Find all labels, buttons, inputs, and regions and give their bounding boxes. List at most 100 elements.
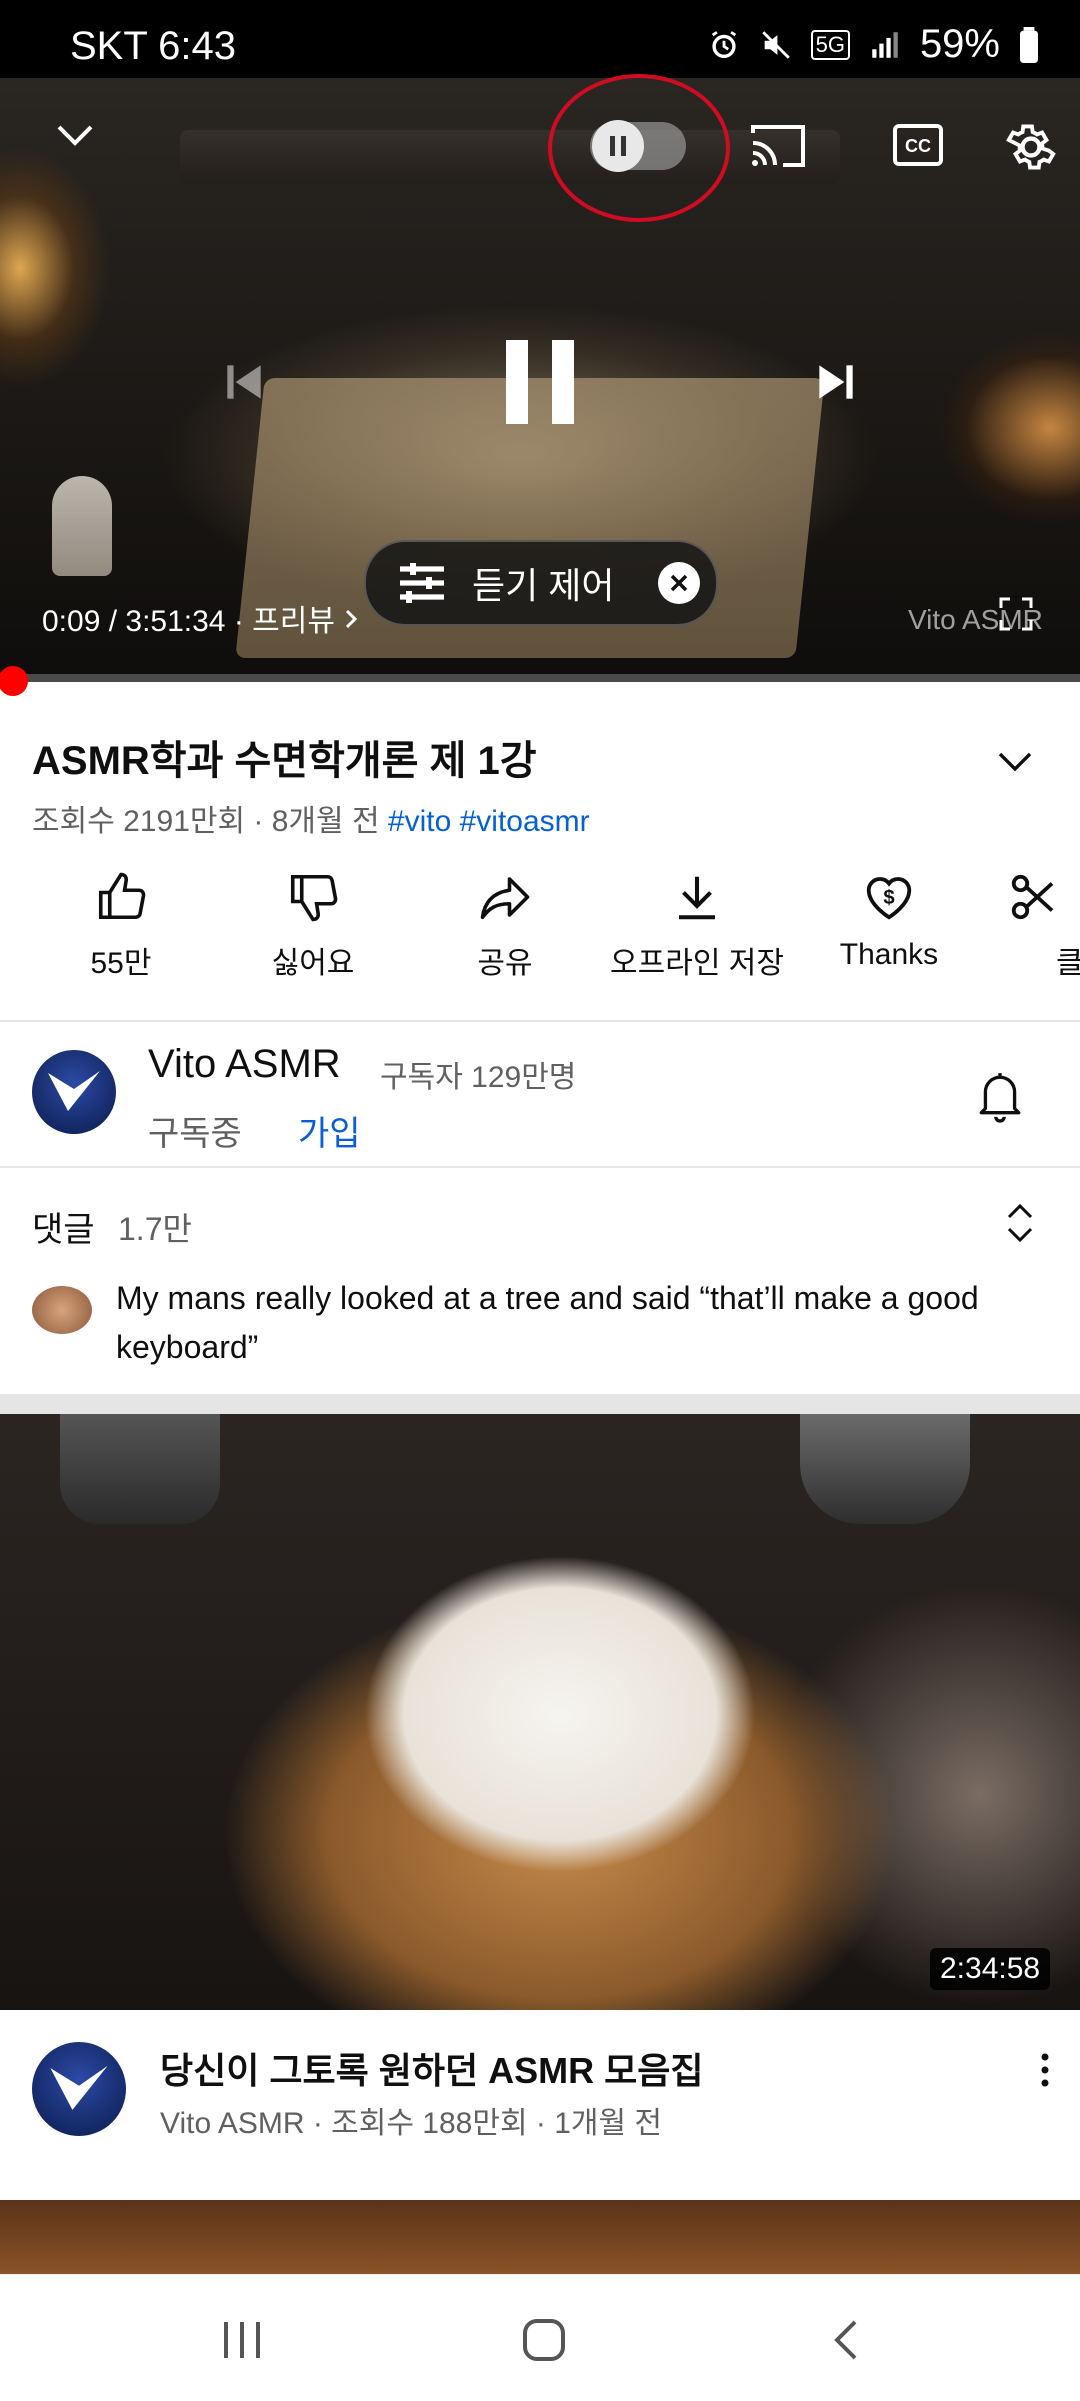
play-pause-button[interactable] (498, 332, 582, 432)
divider (0, 1166, 1080, 1168)
home-icon (523, 2319, 565, 2361)
captions-button[interactable]: CC (892, 122, 944, 168)
subscribed-button[interactable]: 구독중 (148, 1106, 242, 1155)
views-and-date: 조회수 2191만회 · 8개월 전 (32, 805, 380, 838)
skip-previous-icon (227, 365, 261, 399)
video-title[interactable]: ASMR학과 수면학개론 제 1강 (32, 728, 952, 786)
scene-statue (52, 476, 112, 576)
next-button[interactable] (806, 352, 866, 412)
home-button[interactable] (504, 2305, 584, 2375)
alarm-icon (711, 30, 736, 58)
join-button[interactable]: 가입 (298, 1106, 361, 1155)
download-label: 오프라인 저장 (610, 947, 784, 980)
action-bar: 55만 싫어요 공유 오프라인 저장 $ Thanks 클 (0, 870, 1080, 990)
annotation-circle (548, 74, 730, 222)
thumbs-up-icon (98, 872, 146, 920)
scene-microphone (800, 1414, 970, 1524)
thanks-button[interactable]: $ Thanks (794, 870, 984, 972)
signal-icon (872, 31, 898, 58)
bell-icon (979, 1073, 1021, 1123)
close-chip-button[interactable] (658, 562, 700, 604)
svg-text:CC: CC (905, 136, 931, 156)
svg-text:$: $ (883, 887, 894, 909)
clip-label: 클 (1056, 947, 1080, 980)
time-and-preview: 0:09 / 3:51:34 · 프리뷰 (42, 605, 335, 638)
comments-label[interactable]: 댓글 (32, 1202, 95, 1251)
previous-button[interactable] (214, 352, 274, 412)
system-navigation-bar (0, 2274, 1080, 2401)
download-button[interactable]: 오프라인 저장 (602, 870, 792, 982)
cast-icon (751, 125, 805, 167)
dislike-button[interactable]: 싫어요 (218, 870, 408, 982)
time-display[interactable]: 0:09 / 3:51:34 · 프리뷰 (42, 596, 359, 640)
recents-icon (224, 2322, 260, 2358)
network-type: 5G (810, 29, 850, 60)
share-icon (480, 877, 530, 920)
recommended-title[interactable]: 당신이 그토록 원하던 ASMR 모음집 (160, 2042, 980, 2094)
video-meta: 조회수 2191만회 · 8개월 전 #vito #vitoasmr (32, 796, 590, 840)
heart-dollar-icon: $ (866, 877, 912, 920)
top-comment[interactable]: My mans really looked at a tree and said… (116, 1274, 1036, 1372)
status-time: SKT 6:43 (70, 24, 237, 68)
gear-icon (1006, 124, 1056, 170)
close-icon (670, 574, 688, 592)
pause-icon (506, 340, 574, 424)
status-bar: SKT 6:43 5G 59% (0, 0, 1080, 78)
scissors-icon (1011, 874, 1054, 920)
channel-name[interactable]: Vito ASMR (148, 1042, 341, 1087)
chevron-right-icon (346, 609, 358, 629)
chevron-down-icon (998, 752, 1032, 772)
expand-comments-button[interactable] (1000, 1198, 1040, 1248)
cast-button[interactable] (748, 118, 808, 174)
scene-keyboard (180, 130, 840, 184)
channel-avatar[interactable] (32, 1050, 116, 1134)
progress-bar[interactable] (0, 674, 1080, 682)
cc-icon: CC (893, 124, 943, 166)
chevron-down-icon (57, 125, 93, 146)
share-button[interactable]: 공유 (410, 870, 600, 982)
back-icon (834, 2320, 857, 2360)
scene-microphone (60, 1414, 220, 1524)
battery-icon (1020, 26, 1038, 63)
section-separator (0, 1394, 1080, 1414)
more-vert-icon (1041, 2053, 1049, 2087)
download-icon (679, 876, 715, 920)
skip-next-icon (819, 365, 853, 399)
unfold-icon (1007, 1203, 1033, 1243)
fullscreen-icon (999, 597, 1033, 631)
share-label: 공유 (477, 947, 533, 980)
expand-description-button[interactable] (992, 742, 1038, 782)
thumbs-down-icon (290, 874, 338, 922)
recommended-thumbnail[interactable] (0, 1414, 1080, 2010)
like-count: 55만 (90, 947, 152, 980)
like-button[interactable]: 55만 (26, 870, 216, 982)
next-recommended-thumbnail[interactable] (0, 2200, 1080, 2274)
scrubber-handle[interactable] (0, 666, 28, 696)
listening-controls-chip[interactable]: 듣기 제어 (364, 540, 718, 626)
more-options-button[interactable] (1030, 2050, 1060, 2090)
subscriber-count: 구독자 129만명 (380, 1061, 577, 1094)
recent-apps-button[interactable] (202, 2305, 282, 2375)
back-button[interactable] (806, 2305, 886, 2375)
settings-button[interactable] (1000, 116, 1062, 178)
hashtag-link[interactable]: #vitoasmr (460, 805, 590, 838)
commenter-avatar[interactable] (32, 1286, 92, 1334)
fullscreen-button[interactable] (998, 596, 1034, 632)
vito-logo-icon (50, 2065, 108, 2110)
hashtag-link[interactable]: #vito (388, 805, 451, 838)
recommended-channel-avatar[interactable] (32, 2042, 126, 2136)
dislike-label: 싫어요 (271, 947, 355, 980)
notification-bell-button[interactable] (970, 1064, 1030, 1128)
battery-percent: 59% (919, 22, 1000, 66)
divider (0, 1020, 1080, 1022)
recommended-meta: Vito ASMR · 조회수 188만회 · 1개월 전 (160, 2107, 663, 2140)
collapse-player-button[interactable] (40, 100, 110, 170)
duration-badge: 2:34:58 (930, 1948, 1051, 1990)
listening-controls-label: 듣기 제어 (472, 565, 615, 606)
thanks-label: Thanks (839, 938, 939, 971)
comments-count: 1.7만 (118, 1211, 192, 1247)
vito-logo-icon (48, 1071, 100, 1111)
sliders-icon (400, 563, 444, 603)
clip-button[interactable]: 클 (986, 870, 1080, 982)
mute-icon (761, 30, 790, 59)
